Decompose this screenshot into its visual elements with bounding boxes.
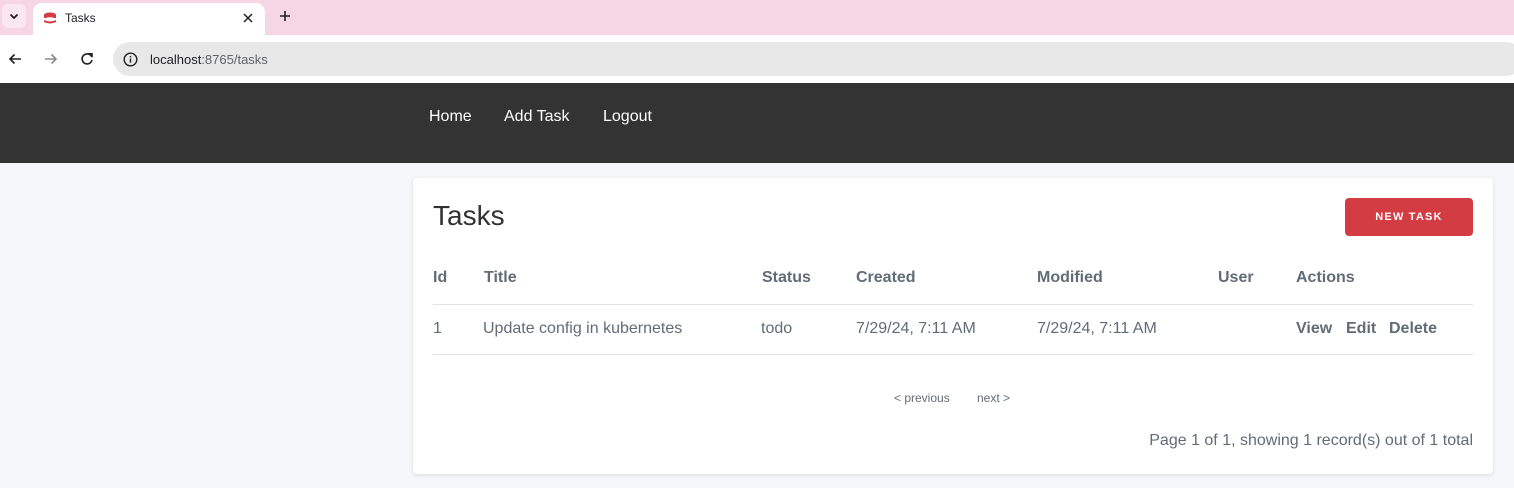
next-page-link[interactable]: next > <box>977 391 1010 405</box>
url-path: :8765/tasks <box>201 52 268 67</box>
nav-home-link[interactable]: Home <box>429 108 472 126</box>
tab-title: Tasks <box>65 11 96 25</box>
close-icon <box>243 13 253 23</box>
view-link[interactable]: View <box>1296 320 1332 338</box>
tab-search-button[interactable] <box>2 4 26 28</box>
back-button[interactable] <box>3 47 27 71</box>
cakephp-icon <box>44 12 56 24</box>
browser-tabstrip: Tasks <box>0 0 1514 35</box>
address-bar[interactable]: localhost:8765/tasks <box>113 42 1514 76</box>
cell-id: 1 <box>433 320 442 337</box>
cell-status: todo <box>761 320 793 337</box>
column-header-modified[interactable]: Modified <box>1037 269 1103 287</box>
info-icon[interactable] <box>121 50 139 68</box>
edit-link[interactable]: Edit <box>1346 320 1376 338</box>
cell-title: Update config in kubernetes <box>483 320 683 337</box>
column-header-actions: Actions <box>1296 269 1355 286</box>
column-header-id: Id <box>433 269 448 286</box>
plus-icon <box>280 11 290 21</box>
column-header-status[interactable]: Status <box>762 269 811 287</box>
previous-page-link[interactable]: < previous <box>894 391 950 405</box>
page-title: Tasks <box>433 200 505 231</box>
arrow-left-icon <box>8 53 21 65</box>
browser-tab[interactable]: Tasks <box>33 3 265 35</box>
cell-created: 7/29/24, 7:11 AM <box>856 320 976 337</box>
nav-add-task-link[interactable]: Add Task <box>504 108 570 126</box>
column-header-user[interactable]: User <box>1218 269 1254 287</box>
arrow-right-icon <box>45 53 58 65</box>
column-header-created[interactable]: Created <box>856 269 916 287</box>
pagination-summary: Page 1 of 1, showing 1 record(s) out of … <box>1149 432 1473 449</box>
tasks-card: Tasks NEW TASK Id Title Status Created M… <box>413 178 1493 474</box>
forward-button[interactable] <box>39 47 63 71</box>
delete-link[interactable]: Delete <box>1389 320 1437 338</box>
reload-icon <box>81 53 93 65</box>
new-tab-button[interactable] <box>274 5 296 27</box>
app-navbar: Home Add Task Logout <box>0 83 1514 163</box>
url-host: localhost <box>150 52 202 67</box>
nav-logout-link[interactable]: Logout <box>603 108 652 126</box>
chevron-down-icon <box>9 13 19 20</box>
tab-close-button[interactable] <box>239 9 257 27</box>
column-header-title[interactable]: Title <box>484 269 517 287</box>
header-divider <box>433 304 1473 305</box>
browser-toolbar: localhost:8765/tasks <box>0 35 1514 83</box>
row-divider <box>433 354 1473 355</box>
new-task-button[interactable]: NEW TASK <box>1345 198 1473 236</box>
url-text: localhost:8765/tasks <box>150 52 268 67</box>
cell-modified: 7/29/24, 7:11 AM <box>1037 320 1157 337</box>
reload-button[interactable] <box>75 47 99 71</box>
